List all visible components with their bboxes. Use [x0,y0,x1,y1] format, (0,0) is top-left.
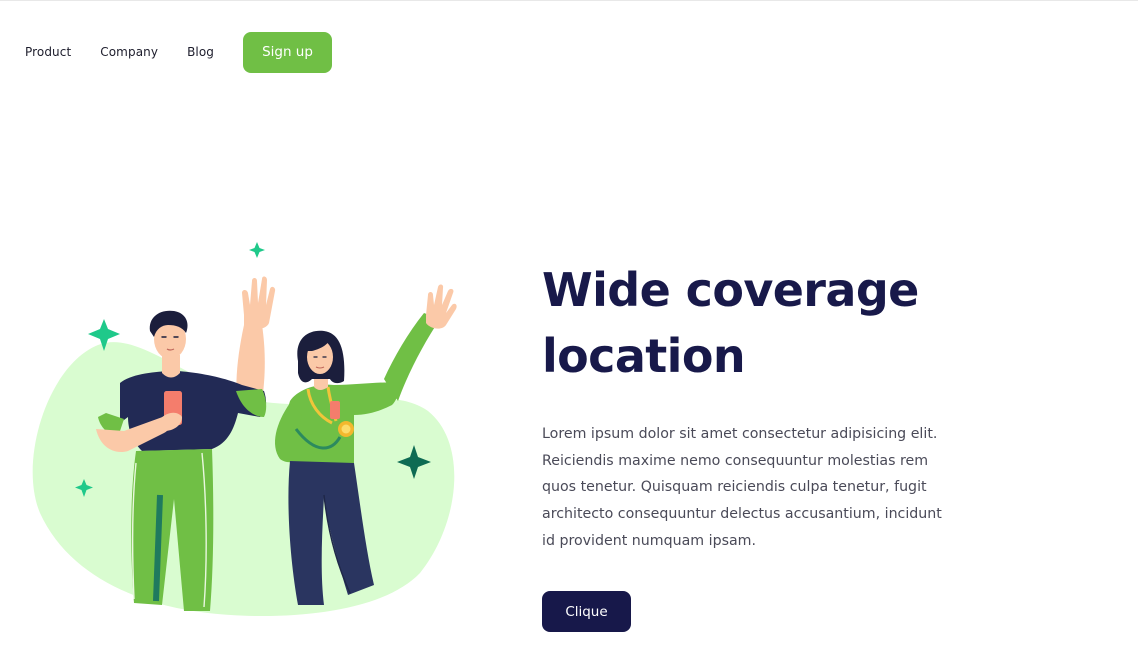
nav-link-blog[interactable]: Blog [187,45,214,59]
top-navigation: Product Company Blog Sign up [25,31,332,73]
people-celebrating-illustration [32,242,457,617]
hero-description: Lorem ipsum dolor sit amet consectetur a… [542,426,942,549]
hero-illustration [28,233,468,625]
signup-button[interactable]: Sign up [243,31,332,73]
nav-link-company[interactable]: Company [100,45,158,59]
hero-title-line2: location [542,329,746,383]
hero-text: Wide coverage location Lorem ipsum dolor… [542,257,962,555]
page: Product Company Blog Sign up Wide covera… [0,0,1138,656]
hero-title: Wide coverage location [542,257,962,389]
sparkle-icon [249,242,265,258]
clique-button[interactable]: Clique [542,591,631,632]
smartphone-icon [330,401,340,419]
nav-link-product[interactable]: Product [25,45,71,59]
hero-title-line1: Wide coverage [542,263,919,317]
